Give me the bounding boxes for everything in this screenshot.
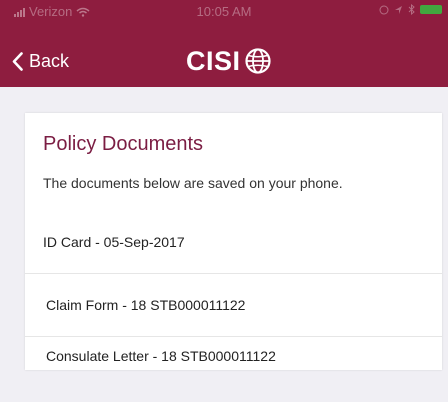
battery-icon [420, 5, 442, 14]
status-bar: Verizon 10:05 AM [0, 0, 448, 22]
policy-documents-card: Policy Documents The documents below are… [25, 113, 442, 370]
cisi-logo: CISI [186, 43, 271, 79]
back-label: Back [29, 50, 70, 71]
document-label: ID Card - 05-Sep-2017 [43, 234, 185, 250]
document-label: Consulate Letter - 18 STB000011122 [46, 348, 276, 364]
location-icon [395, 5, 402, 14]
bluetooth-icon [408, 4, 415, 15]
divider [25, 273, 442, 274]
document-item-id-card[interactable]: ID Card - 05-Sep-2017 [25, 210, 442, 273]
chevron-left-icon [12, 51, 23, 71]
back-button[interactable]: Back [12, 46, 69, 76]
document-item-claim-form[interactable]: Claim Form - 18 STB000011122 [25, 282, 417, 328]
document-label: Claim Form - 18 STB000011122 [46, 297, 246, 313]
app-header: Verizon 10:05 AM Back CISI [0, 0, 448, 87]
divider [25, 336, 442, 337]
document-item-consulate-letter[interactable]: Consulate Letter - 18 STB000011122 [25, 342, 409, 368]
alarm-icon [379, 5, 389, 14]
globe-icon [244, 48, 271, 74]
logo-text: CISI [186, 45, 241, 76]
card-title: Policy Documents [43, 133, 204, 155]
card-subtitle: The documents below are saved on your ph… [43, 175, 343, 191]
